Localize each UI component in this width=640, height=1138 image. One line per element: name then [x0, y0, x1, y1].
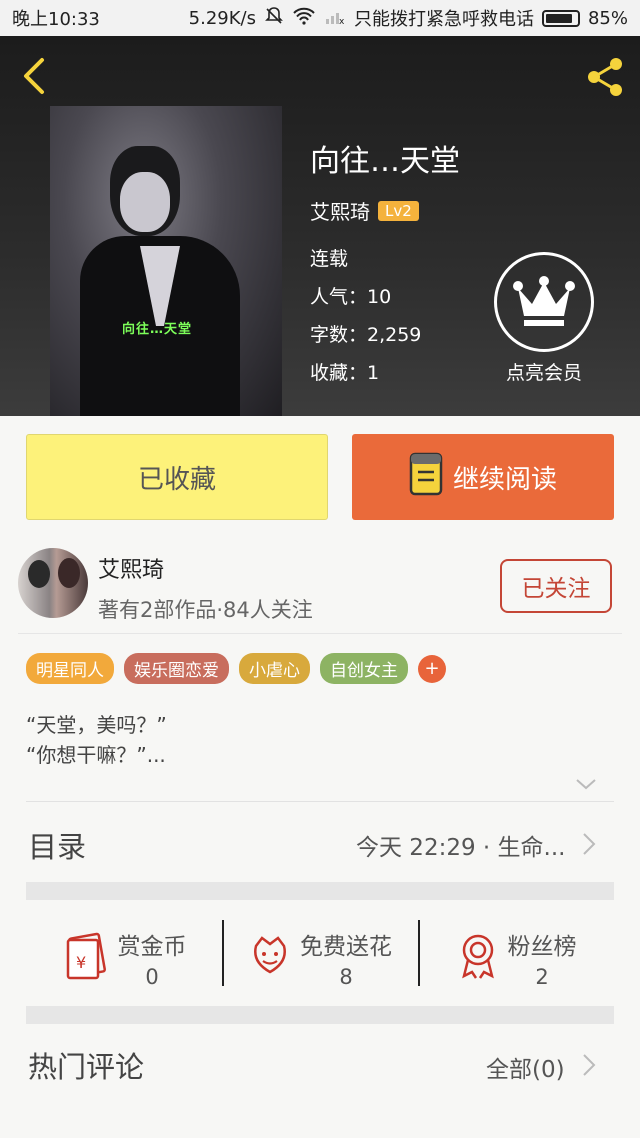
svg-text:x: x: [339, 17, 345, 25]
medal-icon: [456, 932, 500, 984]
book-author[interactable]: 艾熙琦: [310, 196, 370, 225]
stats-row: ¥ 赏金币 0 免费送花 8 粉丝榜 2: [26, 910, 614, 1006]
continue-reading-label: 继续阅读: [452, 464, 557, 495]
word-count: 字数：2,259: [310, 324, 422, 346]
divider: [26, 801, 614, 802]
tag-item[interactable]: 娱乐圈恋爱: [124, 653, 229, 684]
serial-status: 连载: [310, 248, 349, 270]
stat-value: 0: [145, 965, 159, 989]
author-stats: 著有2部作品·84人关注: [98, 598, 313, 622]
crown-icon: [494, 252, 594, 352]
intro-line: “天堂，美吗？”: [26, 713, 167, 737]
svg-text:¥: ¥: [76, 953, 86, 972]
popularity: 人气：10: [310, 286, 392, 308]
book-icon: [409, 452, 445, 503]
author-name[interactable]: 艾熙琦: [98, 552, 164, 584]
carrier-text: 只能拨打紧急呼救电话: [353, 9, 534, 30]
status-time: 晚上10:33: [12, 9, 100, 30]
tag-item[interactable]: 自创女主: [320, 653, 408, 684]
hot-comments-title: 热门评论: [28, 1050, 145, 1084]
all-comments-link[interactable]: 全部(0): [486, 1050, 565, 1084]
fan-ranking-button[interactable]: 粉丝榜 2: [418, 910, 614, 1006]
follow-label: 已关注: [521, 576, 591, 602]
book-header: 向往…天堂 向往…天堂 艾熙琦 Lv2 连载 人气：10 字数：2,259 收藏…: [0, 36, 640, 416]
bell-muted-icon: [264, 6, 284, 31]
tag-item[interactable]: 明星同人: [26, 653, 114, 684]
battery-percent: 85%: [587, 7, 628, 29]
vip-button[interactable]: 点亮会员: [492, 252, 596, 385]
stat-value: 8: [339, 965, 353, 989]
collected-button[interactable]: 已收藏: [26, 434, 328, 520]
latest-chapter[interactable]: 今天 22:29 · 生命...: [356, 828, 565, 862]
collected-label: 已收藏: [137, 464, 216, 495]
author-row: 艾熙琦 Lv2: [310, 196, 419, 225]
tag-list: 明星同人 娱乐圈恋爱 小虐心 自创女主 +: [26, 653, 446, 684]
status-bar: 晚上10:33 5.29K/s x 只能拨打紧急呼救电话 85%: [0, 0, 640, 36]
level-badge: Lv2: [378, 200, 419, 221]
reward-coins-button[interactable]: ¥ 赏金币 0: [26, 910, 222, 1006]
add-tag-button[interactable]: +: [418, 654, 446, 683]
flower-icon: [248, 932, 292, 984]
book-cover[interactable]: 向往…天堂: [50, 106, 282, 416]
stat-label: 免费送花: [300, 934, 392, 960]
author-avatar[interactable]: [18, 548, 88, 618]
network-speed: 5.29K/s: [188, 7, 256, 29]
cover-title-text: 向往…天堂: [122, 322, 193, 337]
chevron-down-icon[interactable]: [574, 776, 598, 792]
continue-reading-button[interactable]: 继续阅读: [352, 434, 614, 520]
tag-item[interactable]: 小虐心: [239, 653, 310, 684]
signal-icon: x: [324, 7, 346, 30]
stat-label: 粉丝榜: [507, 934, 577, 960]
vip-label: 点亮会员: [505, 362, 582, 384]
wifi-icon: [292, 7, 316, 30]
section-gap: [26, 1006, 614, 1024]
toc-title[interactable]: 目录: [28, 824, 86, 866]
intro-line: “你想干嘛？”...: [26, 743, 166, 767]
chevron-right-icon[interactable]: [582, 1053, 596, 1077]
back-arrow-icon[interactable]: [18, 54, 54, 98]
battery-icon: [541, 9, 580, 27]
book-intro: “天堂，美吗？” “你想干嘛？”...: [26, 710, 167, 770]
chevron-right-icon[interactable]: [582, 832, 596, 856]
favorites-count: 收藏：1: [310, 362, 380, 384]
book-title: 向往…天堂: [310, 144, 460, 179]
send-flower-button[interactable]: 免费送花 8: [222, 910, 418, 1006]
share-icon[interactable]: [582, 54, 628, 100]
red-envelope-icon: ¥: [62, 932, 110, 984]
section-gap: [26, 882, 614, 900]
divider: [18, 633, 622, 634]
stat-value: 2: [535, 965, 549, 989]
follow-button[interactable]: 已关注: [500, 559, 612, 613]
stat-label: 赏金币: [117, 934, 187, 960]
